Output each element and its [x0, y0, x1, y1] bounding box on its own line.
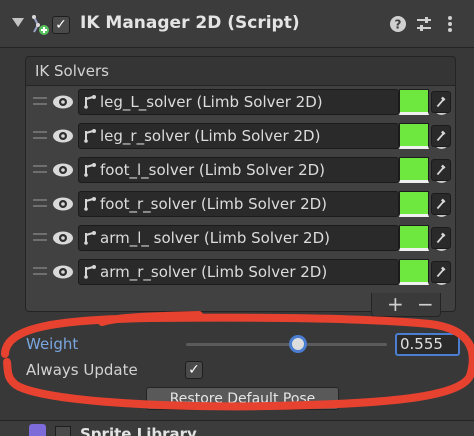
weight-slider-track[interactable]: [186, 343, 387, 346]
solver-color-swatch[interactable]: [399, 89, 429, 115]
eyedropper-icon[interactable]: [431, 227, 451, 249]
restore-default-pose-button[interactable]: Restore Default Pose: [146, 387, 339, 410]
solver-object-field[interactable]: arm_l_ solver (Limb Solver 2D): [78, 225, 449, 251]
always-update-checkbox[interactable]: ✓: [185, 361, 203, 379]
solver-color-swatch[interactable]: [399, 259, 429, 285]
solver-name: leg_L_solver (Limb Solver 2D): [100, 93, 323, 111]
eyedropper-icon[interactable]: [431, 193, 451, 215]
sprite-library-icon: [29, 424, 46, 436]
solver-name: arm_r_solver (Limb Solver 2D): [100, 263, 328, 281]
sprite-library-enabled-checkbox[interactable]: [55, 426, 71, 436]
visibility-eye-icon[interactable]: [51, 194, 75, 214]
drag-handle-icon[interactable]: [33, 267, 47, 275]
eyedropper-icon[interactable]: [431, 91, 451, 113]
solver-row[interactable]: leg_L_solver (Limb Solver 2D): [26, 85, 455, 119]
eyedropper-icon[interactable]: [431, 159, 451, 181]
list-add-remove-footer: + −: [371, 292, 441, 317]
visibility-eye-icon[interactable]: [51, 92, 75, 112]
limb-solver-icon: [84, 265, 96, 279]
svg-text:?: ?: [395, 18, 402, 32]
solver-row[interactable]: foot_l_solver (Limb Solver 2D): [26, 153, 455, 187]
presets-icon[interactable]: [414, 14, 434, 34]
drag-handle-icon[interactable]: [33, 199, 47, 207]
drag-handle-icon[interactable]: [33, 131, 47, 139]
solver-name: arm_l_ solver (Limb Solver 2D): [100, 229, 330, 247]
ik-solvers-header[interactable]: IK Solvers: [25, 56, 456, 86]
limb-solver-icon: [84, 95, 96, 109]
solver-name: foot_l_solver (Limb Solver 2D): [100, 161, 326, 179]
weight-input[interactable]: 0.555: [395, 333, 460, 356]
solver-object-field[interactable]: leg_L_solver (Limb Solver 2D): [78, 89, 449, 115]
component-title: IK Manager 2D (Script): [80, 13, 300, 33]
solver-name: leg_r_solver (Limb Solver 2D): [100, 127, 321, 145]
solver-row[interactable]: arm_l_ solver (Limb Solver 2D): [26, 221, 455, 255]
solver-row[interactable]: leg_r_solver (Limb Solver 2D): [26, 119, 455, 153]
weight-slider-thumb[interactable]: [288, 335, 307, 353]
drag-handle-icon[interactable]: [33, 165, 47, 173]
component-menu-icon[interactable]: [440, 14, 460, 34]
help-icon[interactable]: ?: [388, 14, 408, 34]
add-solver-button[interactable]: +: [387, 292, 404, 316]
solver-color-swatch[interactable]: [399, 157, 429, 183]
solver-color-swatch[interactable]: [399, 191, 429, 217]
limb-solver-icon: [84, 231, 96, 245]
sprite-library-header-icons: [388, 426, 460, 436]
ik-solvers-title: IK Solvers: [35, 62, 109, 80]
solver-color-swatch[interactable]: [399, 123, 429, 149]
visibility-eye-icon[interactable]: [51, 262, 75, 282]
solver-color-swatch[interactable]: [399, 225, 429, 251]
remove-solver-button[interactable]: −: [417, 292, 434, 316]
solver-row[interactable]: arm_r_solver (Limb Solver 2D): [26, 255, 455, 289]
solver-object-field[interactable]: foot_r_solver (Limb Solver 2D): [78, 191, 449, 217]
solver-object-field[interactable]: foot_l_solver (Limb Solver 2D): [78, 157, 449, 183]
eyedropper-icon[interactable]: [431, 261, 451, 283]
solver-row[interactable]: foot_r_solver (Limb Solver 2D): [26, 187, 455, 221]
sprite-library-title: Sprite Library: [80, 425, 197, 436]
visibility-eye-icon[interactable]: [51, 126, 75, 146]
always-update-label: Always Update: [26, 361, 138, 379]
drag-handle-icon[interactable]: [33, 97, 47, 105]
visibility-eye-icon[interactable]: [51, 228, 75, 248]
visibility-eye-icon[interactable]: [51, 160, 75, 180]
drag-handle-icon[interactable]: [33, 233, 47, 241]
weight-label: Weight: [26, 335, 79, 353]
component-header[interactable]: ✓ IK Manager 2D (Script) ?: [0, 0, 474, 48]
script-icon: [32, 15, 49, 35]
component-enabled-checkbox[interactable]: ✓: [52, 16, 70, 34]
eyedropper-icon[interactable]: [431, 125, 451, 147]
limb-solver-icon: [84, 197, 96, 211]
limb-solver-icon: [84, 129, 96, 143]
limb-solver-icon: [84, 163, 96, 177]
solver-object-field[interactable]: arm_r_solver (Limb Solver 2D): [78, 259, 449, 285]
solver-name: foot_r_solver (Limb Solver 2D): [100, 195, 328, 213]
solver-object-field[interactable]: leg_r_solver (Limb Solver 2D): [78, 123, 449, 149]
fold-arrow-icon[interactable]: [12, 18, 24, 27]
